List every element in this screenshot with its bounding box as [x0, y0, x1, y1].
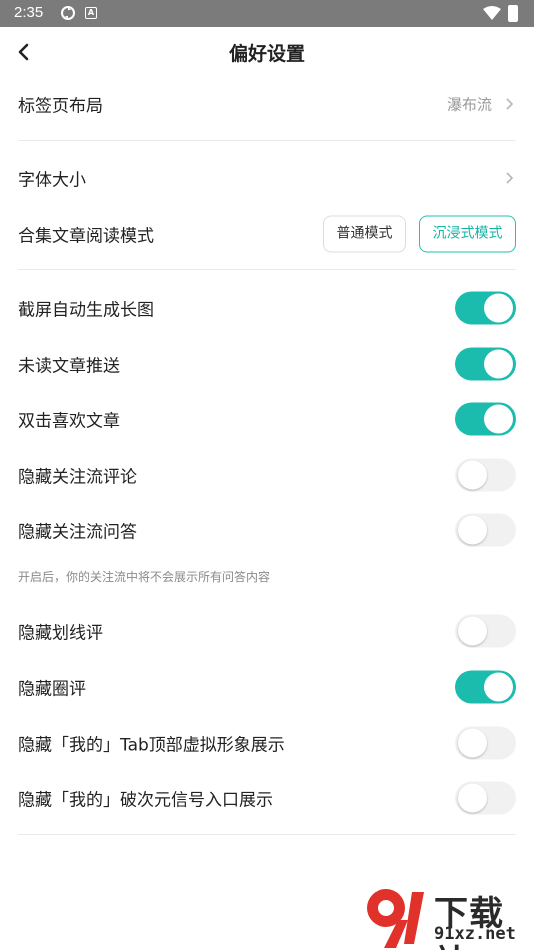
toggle-knob	[458, 515, 487, 545]
toggle-knob	[458, 783, 487, 813]
toggle-knob	[484, 349, 513, 379]
normal-mode-button[interactable]: 普通模式	[323, 215, 406, 253]
hide-underline-comments-toggle[interactable]	[455, 614, 516, 648]
double-tap-like-row: 双击喜欢文章	[18, 391, 516, 447]
screenshot-long-row: 截屏自动生成长图	[18, 280, 516, 336]
hide-circle-comments-row: 隐藏圈评	[18, 659, 516, 715]
chevron-right-icon	[506, 98, 514, 110]
unread-push-label: 未读文章推送	[18, 356, 120, 377]
divider	[18, 140, 516, 141]
watermark: 下载站 91xz.net	[362, 884, 534, 950]
battery-icon	[508, 5, 518, 22]
hide-underline-comments-row: 隐藏划线评	[18, 603, 516, 659]
tab-layout-label: 标签页布局	[18, 96, 103, 117]
sync-icon	[61, 6, 75, 20]
collection-mode-label: 合集文章阅读模式	[18, 226, 154, 247]
toggle-knob	[484, 672, 513, 702]
double-tap-like-label: 双击喜欢文章	[18, 411, 120, 432]
watermark-logo-icon	[367, 889, 424, 948]
hide-mine-dimension-label: 隐藏「我的」破次元信号入口展示	[18, 790, 273, 811]
chevron-right-icon	[506, 172, 514, 184]
hide-follow-qa-row: 隐藏关注流问答	[18, 502, 516, 558]
tab-layout-value: 瀑布流	[446, 95, 492, 114]
unread-push-toggle[interactable]	[455, 347, 516, 381]
font-size-label: 字体大小	[18, 170, 86, 191]
header: 偏好设置	[0, 27, 534, 77]
status-bar: 2:35 A	[0, 0, 534, 27]
hide-mine-dimension-row: 隐藏「我的」破次元信号入口展示	[18, 770, 516, 826]
hide-mine-avatar-row: 隐藏「我的」Tab顶部虚拟形象展示	[18, 715, 516, 771]
wifi-icon	[483, 6, 501, 20]
hide-follow-qa-hint: 开启后，你的关注流中将不会展示所有问答内容	[18, 570, 271, 584]
hide-follow-qa-toggle[interactable]	[455, 513, 516, 547]
unread-push-row: 未读文章推送	[18, 336, 516, 392]
hide-follow-comments-toggle[interactable]	[455, 458, 516, 492]
hide-follow-comments-row: 隐藏关注流评论	[18, 447, 516, 503]
toggle-knob	[484, 293, 513, 323]
hide-follow-comments-label: 隐藏关注流评论	[18, 467, 137, 488]
hide-underline-comments-label: 隐藏划线评	[18, 623, 103, 644]
toggle-knob	[458, 460, 487, 490]
watermark-url: 91xz.net	[434, 924, 516, 944]
font-size-row[interactable]: 字体大小	[18, 150, 516, 206]
collection-mode-row: 合集文章阅读模式 普通模式 沉浸式模式	[18, 206, 516, 262]
hide-circle-comments-toggle[interactable]	[455, 670, 516, 704]
hide-mine-avatar-toggle[interactable]	[455, 726, 516, 760]
toggle-knob	[458, 616, 487, 646]
tab-layout-row[interactable]: 标签页布局 瀑布流	[18, 76, 516, 132]
status-time: 2:35	[14, 4, 44, 21]
app-notification-icon: A	[85, 7, 97, 19]
screenshot-long-toggle[interactable]	[455, 291, 516, 325]
page-title: 偏好设置	[228, 43, 305, 65]
hide-mine-avatar-label: 隐藏「我的」Tab顶部虚拟形象展示	[18, 735, 285, 756]
double-tap-like-toggle[interactable]	[455, 402, 516, 436]
hide-mine-dimension-toggle[interactable]	[455, 781, 516, 815]
hide-circle-comments-label: 隐藏圈评	[18, 679, 86, 700]
divider	[18, 834, 516, 835]
toggle-knob	[484, 404, 513, 434]
toggle-knob	[458, 728, 487, 758]
immersive-mode-button[interactable]: 沉浸式模式	[419, 215, 516, 253]
screenshot-long-label: 截屏自动生成长图	[18, 300, 154, 321]
hide-follow-qa-label: 隐藏关注流问答	[18, 522, 137, 543]
divider	[18, 269, 516, 270]
